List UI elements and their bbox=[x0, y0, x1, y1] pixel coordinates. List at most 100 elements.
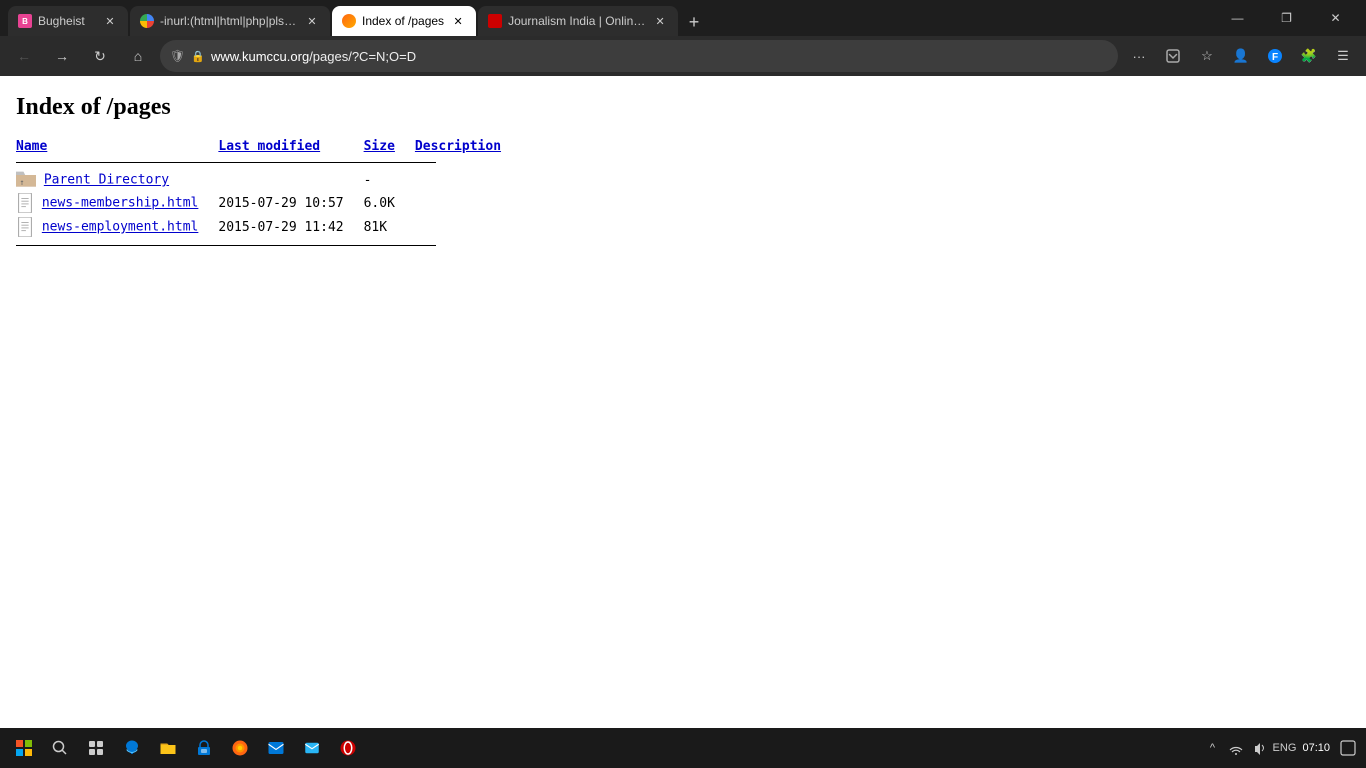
new-tab-button[interactable]: + bbox=[680, 8, 708, 36]
taskbar-opera[interactable] bbox=[332, 732, 364, 764]
taskbar-store[interactable] bbox=[188, 732, 220, 764]
address-text: www.kumccu.org/pages/?C=N;O=D bbox=[211, 49, 1108, 64]
bugheist-favicon: B bbox=[18, 14, 32, 28]
tab-close-journalism[interactable]: ✕ bbox=[652, 13, 668, 29]
taskbar-search[interactable] bbox=[44, 732, 76, 764]
notification-icon[interactable] bbox=[1338, 738, 1358, 758]
svg-text:↑: ↑ bbox=[19, 177, 24, 187]
file2-modified: 2015-07-29 11:42 bbox=[218, 215, 363, 239]
file2-name-cell: news-employment.html bbox=[16, 215, 218, 239]
more-button[interactable]: ··· bbox=[1124, 41, 1154, 71]
parent-directory-link[interactable]: Parent Directory bbox=[44, 173, 169, 188]
table-row: ↑ Parent Directory - bbox=[16, 169, 521, 191]
parent-dir-modified bbox=[218, 169, 363, 191]
svg-text:F: F bbox=[1272, 52, 1278, 63]
tab-close-bugheist[interactable]: ✕ bbox=[102, 13, 118, 29]
system-tray: ^ ENG bbox=[1202, 738, 1294, 758]
tab-title-journalism: Journalism India | Online Journ... bbox=[508, 14, 646, 28]
title-bar: B Bugheist ✕ -inurl:(html|html|php|pls|t… bbox=[0, 0, 1366, 36]
file1-modified: 2015-07-29 10:57 bbox=[218, 191, 363, 215]
footer-hr bbox=[16, 245, 436, 246]
table-row: news-membership.html 2015-07-29 10:57 6.… bbox=[16, 191, 521, 215]
nav-bar: ← → ↻ ⌂ 🛡 🔒 www.kumccu.org/pages/?C=N;O=… bbox=[0, 36, 1366, 76]
taskbar-file-explorer[interactable] bbox=[152, 732, 184, 764]
taskbar-firefox[interactable] bbox=[224, 732, 256, 764]
file1-size: 6.0K bbox=[364, 191, 415, 215]
taskbar-outlook[interactable] bbox=[260, 732, 292, 764]
page-content: Index of /pages Name Last modified Size … bbox=[0, 76, 1366, 728]
directory-table: Name Last modified Size Description bbox=[16, 137, 521, 252]
header-separator-row bbox=[16, 156, 521, 169]
bookmark-icon[interactable]: ☆ bbox=[1192, 41, 1222, 71]
back-button[interactable]: ← bbox=[8, 40, 40, 72]
tab-title-google: -inurl:(html|html|php|pls|txt) in... bbox=[160, 14, 298, 28]
tab-title-bugheist: Bugheist bbox=[38, 14, 96, 28]
footer-separator-row bbox=[16, 239, 521, 252]
taskbar-edge[interactable] bbox=[116, 732, 148, 764]
network-icon[interactable] bbox=[1226, 738, 1246, 758]
google-favicon bbox=[140, 14, 154, 28]
language-indicator[interactable]: ENG bbox=[1274, 738, 1294, 758]
hamburger-menu[interactable]: ☰ bbox=[1328, 41, 1358, 71]
language-text: ENG bbox=[1273, 742, 1297, 754]
sort-desc-link[interactable]: Description bbox=[415, 139, 501, 154]
address-domain: www.kumccu.org bbox=[211, 49, 309, 64]
taskbar-task-view[interactable] bbox=[80, 732, 112, 764]
maximize-button[interactable]: ❐ bbox=[1264, 0, 1309, 36]
sort-modified-link[interactable]: Last modified bbox=[218, 139, 320, 154]
start-button[interactable] bbox=[8, 732, 40, 764]
document-icon bbox=[16, 217, 34, 237]
table-header-row: Name Last modified Size Description bbox=[16, 137, 521, 156]
close-button[interactable]: ✕ bbox=[1313, 0, 1358, 36]
extensions-icon[interactable]: 🧩 bbox=[1294, 41, 1324, 71]
parent-dir-size: - bbox=[364, 169, 415, 191]
col-header-modified: Last modified bbox=[218, 137, 363, 156]
tab-google[interactable]: -inurl:(html|html|php|pls|txt) in... ✕ bbox=[130, 6, 330, 36]
tray-expand[interactable]: ^ bbox=[1202, 738, 1222, 758]
user-account-icon[interactable]: 👤 bbox=[1226, 41, 1256, 71]
file2-link[interactable]: news-employment.html bbox=[42, 220, 199, 235]
tab-title-index: Index of /pages bbox=[362, 14, 444, 28]
sort-size-link[interactable]: Size bbox=[364, 139, 395, 154]
reload-button[interactable]: ↻ bbox=[84, 40, 116, 72]
nav-right-icons: ··· ☆ 👤 F 🧩 ☰ bbox=[1124, 41, 1358, 71]
tab-index[interactable]: Index of /pages ✕ bbox=[332, 6, 476, 36]
tab-journalism[interactable]: Journalism India | Online Journ... ✕ bbox=[478, 6, 678, 36]
page-title: Index of /pages bbox=[16, 94, 1350, 121]
file2-size: 81K bbox=[364, 215, 415, 239]
header-hr bbox=[16, 162, 436, 163]
window-controls: — ❐ ✕ bbox=[1215, 0, 1358, 36]
folder-up-icon: ↑ bbox=[16, 171, 36, 189]
shield-icon: 🛡 bbox=[170, 49, 185, 63]
document-icon bbox=[16, 193, 34, 213]
table-row: news-employment.html 2015-07-29 11:42 81… bbox=[16, 215, 521, 239]
tabs-container: B Bugheist ✕ -inurl:(html|html|php|pls|t… bbox=[8, 0, 1207, 36]
file1-link[interactable]: news-membership.html bbox=[42, 196, 199, 211]
pocket-icon[interactable] bbox=[1158, 41, 1188, 71]
address-bar[interactable]: 🛡 🔒 www.kumccu.org/pages/?C=N;O=D bbox=[160, 40, 1118, 72]
address-path: /pages/?C=N;O=D bbox=[309, 49, 416, 64]
clock[interactable]: 07:10 bbox=[1302, 741, 1330, 755]
sort-name-link[interactable]: Name bbox=[16, 139, 47, 154]
windows-logo-icon bbox=[16, 740, 32, 756]
file2-desc bbox=[415, 215, 521, 239]
taskbar-mail[interactable] bbox=[296, 732, 328, 764]
minimize-button[interactable]: — bbox=[1215, 0, 1260, 36]
home-button[interactable]: ⌂ bbox=[122, 40, 154, 72]
tab-bugheist[interactable]: B Bugheist ✕ bbox=[8, 6, 128, 36]
parent-dir-desc bbox=[415, 169, 521, 191]
lock-icon: 🔒 bbox=[191, 50, 205, 63]
col-header-name: Name bbox=[16, 137, 218, 156]
taskbar: ^ ENG bbox=[0, 728, 1366, 768]
tab-close-google[interactable]: ✕ bbox=[304, 13, 320, 29]
firefox-favicon bbox=[342, 14, 356, 28]
col-header-size: Size bbox=[364, 137, 415, 156]
file1-desc bbox=[415, 191, 521, 215]
forward-button[interactable]: → bbox=[46, 40, 78, 72]
firefox-sync-icon[interactable]: F bbox=[1260, 41, 1290, 71]
time-display: 07:10 bbox=[1302, 741, 1330, 755]
volume-icon[interactable] bbox=[1250, 738, 1270, 758]
browser-window: B Bugheist ✕ -inurl:(html|html|php|pls|t… bbox=[0, 0, 1366, 768]
tab-close-index[interactable]: ✕ bbox=[450, 13, 466, 29]
col-header-description: Description bbox=[415, 137, 521, 156]
